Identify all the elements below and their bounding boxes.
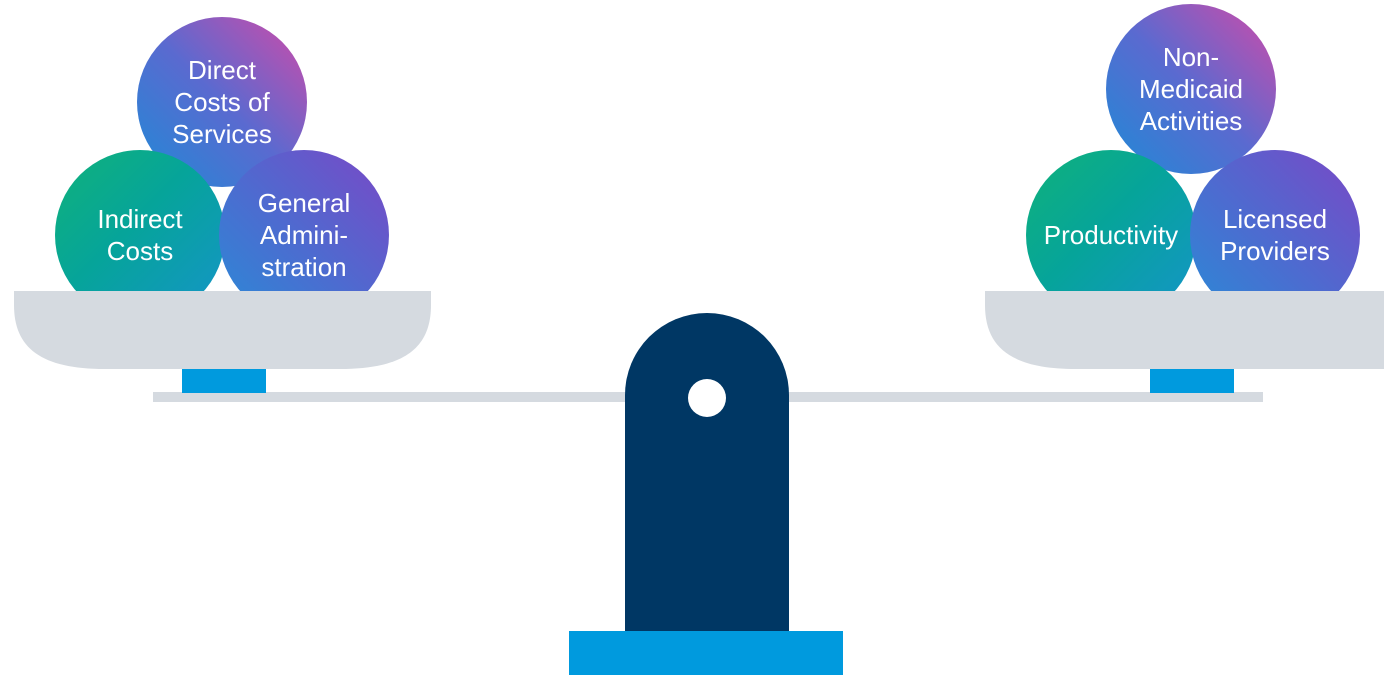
scale-pans [14,291,1384,369]
right-pan [985,291,1384,369]
left-pan [14,291,431,369]
